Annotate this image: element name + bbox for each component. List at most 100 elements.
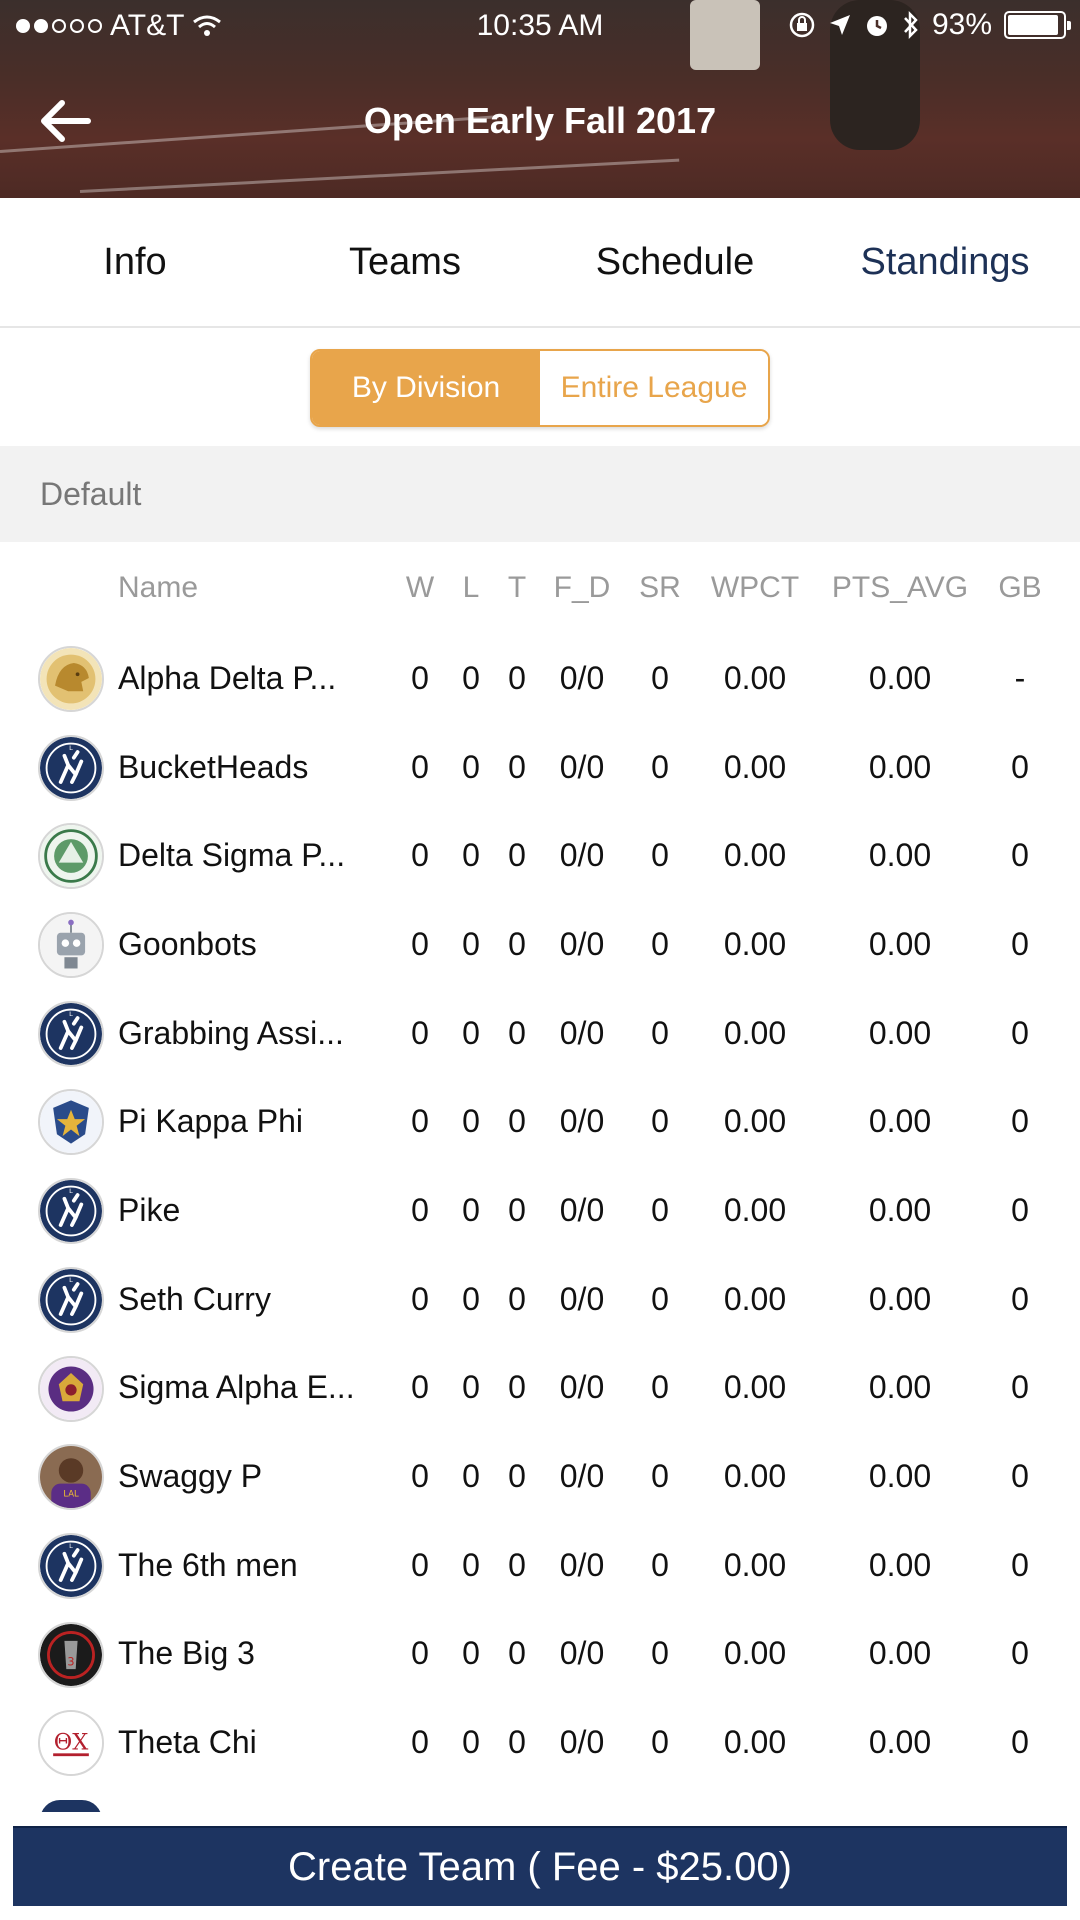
team-name[interactable]: Sigma Alpha E...: [118, 1344, 378, 1433]
tab-info[interactable]: Info: [0, 198, 270, 326]
cell-wins: 0: [411, 925, 429, 962]
standings-scope-toggle: By Division Entire League: [310, 349, 770, 427]
svg-text:L: L: [69, 1010, 73, 1018]
cell-gb: 0: [1011, 837, 1029, 874]
cell-pts-avg: 0.00: [868, 1103, 932, 1140]
team-name[interactable]: BucketHeads: [118, 723, 378, 812]
cell-losses: 0: [462, 1191, 480, 1228]
cell-pts-avg: 0.00: [868, 837, 932, 874]
cell-losses: 0: [462, 1014, 480, 1051]
team-logo-icon: L: [38, 1266, 104, 1333]
cell-f-d: 0/0: [559, 1546, 605, 1583]
cell-wpct: 0.00: [723, 1458, 787, 1495]
cell-losses: 0: [462, 1103, 480, 1140]
table-row[interactable]: L Grabbing Assi... 0 0 0 0/0 0 0.00 0.00 0: [0, 989, 1080, 1078]
cell-wpct: 0.00: [723, 1546, 787, 1583]
team-name[interactable]: Alpha Delta P...: [118, 634, 378, 723]
cell-f-d: 0/0: [559, 1103, 605, 1140]
team-name[interactable]: The 6th men: [118, 1521, 378, 1610]
cell-f-d: 0/0: [559, 1014, 605, 1051]
by-division-button[interactable]: By Division: [312, 351, 540, 425]
cell-wins: 0: [411, 1546, 429, 1583]
location-arrow-icon: [829, 15, 850, 35]
table-row[interactable]: Alpha Delta P... 0 0 0 0/0 0 0.00 0.00-: [0, 634, 1080, 723]
cell-losses: 0: [462, 1724, 480, 1761]
cell-f-d: 0/0: [559, 1280, 605, 1317]
tab-standings[interactable]: Standings: [810, 198, 1080, 326]
cell-pts-avg: 0.00: [868, 1724, 932, 1761]
cell-pts-avg: 0.00: [868, 1014, 932, 1051]
table-row[interactable]: L BucketHeads 0 0 0 0/0 0 0.00 0.00 0: [0, 723, 1080, 812]
cell-wpct: 0.00: [723, 659, 787, 696]
cell-ties: 0: [508, 1724, 526, 1761]
team-name[interactable]: Goonbots: [118, 900, 378, 989]
orientation-lock-icon: [789, 12, 815, 38]
cell-f-d: 0/0: [559, 1458, 605, 1495]
team-name[interactable]: Delta Sigma P...: [118, 811, 378, 900]
cell-ties: 0: [508, 1280, 526, 1317]
col-name-header: Name: [118, 571, 199, 604]
cell-gb: 0: [1011, 1724, 1029, 1761]
cell-ties: 0: [508, 1458, 526, 1495]
col-w-header: W: [405, 571, 435, 604]
col-l-header: L: [462, 571, 480, 604]
table-row[interactable]: L Seth Curry 0 0 0 0/0 0 0.00 0.00 0: [0, 1255, 1080, 1344]
table-row[interactable]: Delta Sigma P... 0 0 0 0/0 0 0.00 0.00 0: [0, 811, 1080, 900]
cell-sr: 0: [651, 1191, 669, 1228]
team-name[interactable]: Swaggy P: [118, 1432, 378, 1521]
cell-wpct: 0.00: [723, 1369, 787, 1406]
cell-losses: 0: [462, 1546, 480, 1583]
col-wpct-header: WPCT: [710, 571, 800, 604]
team-logo-icon: [38, 823, 104, 890]
cell-ties: 0: [508, 1635, 526, 1672]
status-bar: AT&T 10:35 AM 93%: [0, 0, 1080, 54]
cell-gb: 0: [1011, 1280, 1029, 1317]
table-row[interactable]: L Pike 0 0 0 0/0 0 0.00 0.00 0: [0, 1166, 1080, 1255]
battery-percent: 93%: [931, 8, 992, 41]
cell-gb: 0: [1011, 1191, 1029, 1228]
cell-pts-avg: 0.00: [868, 1191, 932, 1228]
col-sr-header: SR: [639, 571, 681, 604]
cell-wpct: 0.00: [723, 925, 787, 962]
cell-pts-avg: 0.00: [868, 1369, 932, 1406]
cell-sr: 0: [651, 1369, 669, 1406]
team-logo-icon: L: [38, 1532, 104, 1599]
cell-ties: 0: [508, 925, 526, 962]
team-logo-icon: [38, 1089, 104, 1156]
table-row[interactable]: Sigma Alpha E... 0 0 0 0/0 0 0.00 0.00 0: [0, 1344, 1080, 1433]
team-name[interactable]: The Big 3: [118, 1610, 378, 1699]
entire-league-button[interactable]: Entire League: [540, 351, 768, 425]
cell-f-d: 0/0: [559, 1191, 605, 1228]
team-name[interactable]: Seth Curry: [118, 1255, 378, 1344]
cell-wins: 0: [411, 1280, 429, 1317]
cell-wins: 0: [411, 748, 429, 785]
table-row[interactable]: ΘΧ Theta Chi 0 0 0 0/0 0 0.00 0.00 0: [0, 1698, 1080, 1787]
team-name[interactable]: Pike: [118, 1166, 378, 1255]
tab-schedule[interactable]: Schedule: [540, 198, 810, 326]
cell-ties: 0: [508, 837, 526, 874]
tab-teams[interactable]: Teams: [270, 198, 540, 326]
cell-wins: 0: [411, 659, 429, 696]
table-row[interactable]: L The 6th men 0 0 0 0/0 0 0.00 0.00 0: [0, 1521, 1080, 1610]
cell-wins: 0: [411, 1458, 429, 1495]
cell-wins: 0: [411, 1103, 429, 1140]
cell-gb: 0: [1011, 748, 1029, 785]
cell-pts-avg: 0.00: [868, 1280, 932, 1317]
table-row[interactable]: Goonbots 0 0 0 0/0 0 0.00 0.00 0: [0, 900, 1080, 989]
cell-f-d: 0/0: [559, 1724, 605, 1761]
team-name[interactable]: Pi Kappa Phi: [118, 1077, 378, 1166]
team-name[interactable]: Grabbing Assi...: [118, 989, 378, 1078]
create-team-button[interactable]: Create Team ( Fee - $25.00): [13, 1826, 1067, 1906]
track-line: [79, 158, 680, 193]
team-name[interactable]: Theta Chi: [118, 1698, 378, 1787]
cell-gb: 0: [1011, 1369, 1029, 1406]
cell-wpct: 0.00: [723, 1724, 787, 1761]
cell-pts-avg: 0.00: [868, 748, 932, 785]
table-row[interactable]: 3 The Big 3 0 0 0 0/0 0 0.00 0.00 0: [0, 1610, 1080, 1699]
division-header: Default: [0, 446, 1080, 542]
cell-sr: 0: [651, 1103, 669, 1140]
table-row[interactable]: LAL Swaggy P 0 0 0 0/0 0 0.00 0.00 0: [0, 1432, 1080, 1521]
table-row[interactable]: Pi Kappa Phi 0 0 0 0/0 0 0.00 0.00 0: [0, 1077, 1080, 1166]
cell-pts-avg: 0.00: [868, 1635, 932, 1672]
team-logo-icon: LAL: [38, 1444, 104, 1511]
